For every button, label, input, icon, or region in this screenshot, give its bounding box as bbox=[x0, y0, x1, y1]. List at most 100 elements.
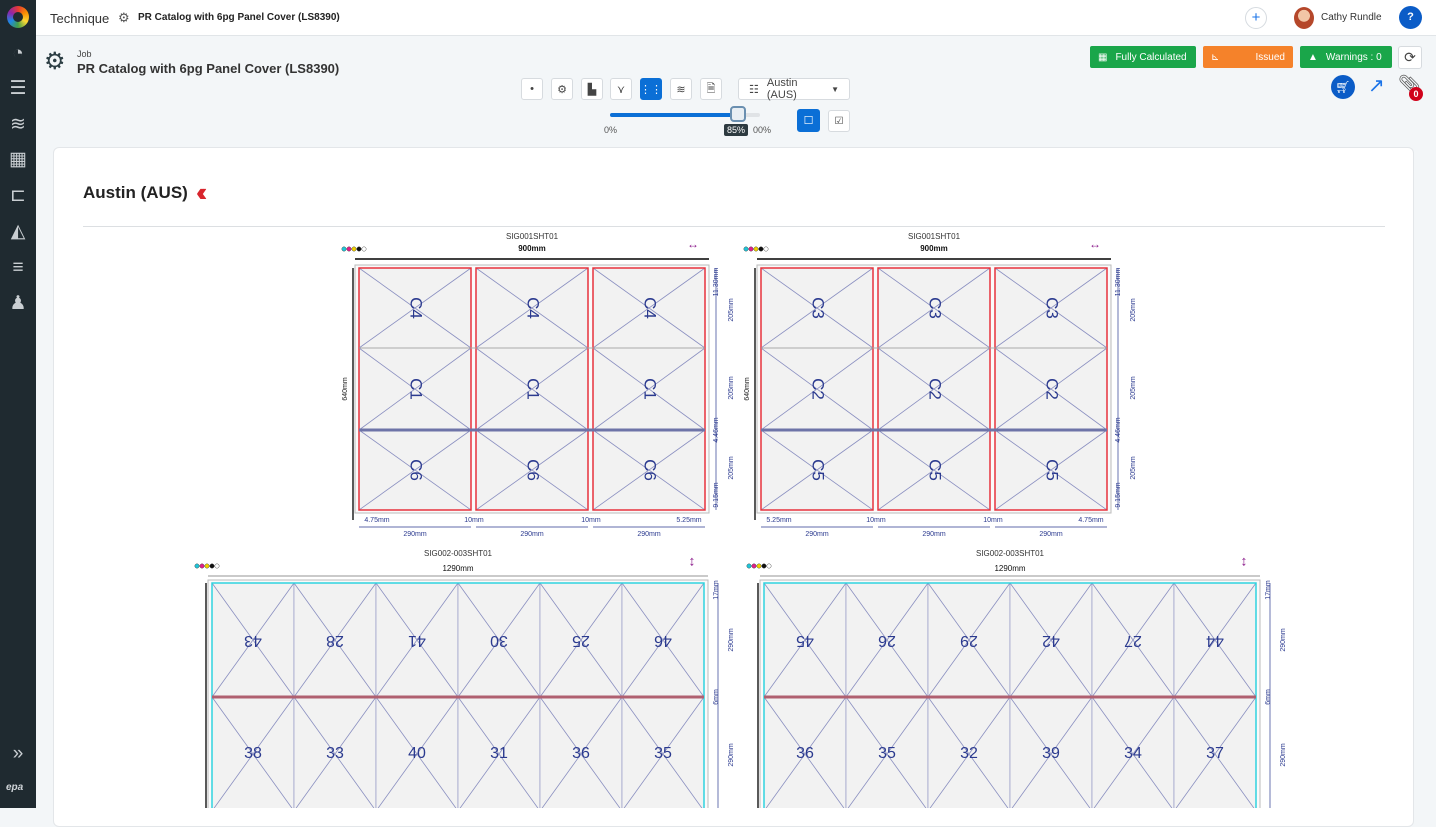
page-number: 44 bbox=[1206, 632, 1224, 649]
right-dimension-label: 205mm bbox=[1130, 298, 1137, 322]
bottom-gap-label: 5.25mm bbox=[766, 517, 791, 524]
page-number: 45 bbox=[796, 632, 814, 649]
page-number: C6 bbox=[407, 459, 426, 481]
page-number: 42 bbox=[1042, 632, 1060, 649]
page-number: C4 bbox=[641, 297, 660, 319]
bottom-gap-label: 4.75mm bbox=[1078, 517, 1103, 524]
registration-marks bbox=[199, 563, 205, 569]
page-number: 28 bbox=[326, 632, 344, 649]
sheet-name: SIG002-003SHT01 bbox=[976, 549, 1045, 558]
sheet-width-label: 900mm bbox=[518, 244, 546, 253]
page-number: 37 bbox=[1206, 745, 1224, 762]
sheet-width-label: 1290mm bbox=[442, 564, 473, 573]
bottom-width-label: 290mm bbox=[403, 531, 427, 538]
registration-marks bbox=[743, 246, 749, 252]
page-number: 31 bbox=[490, 745, 508, 762]
page-number: 29 bbox=[960, 632, 978, 649]
right-dimension-label: 205mm bbox=[728, 456, 735, 480]
page-number: C5 bbox=[926, 459, 945, 481]
page-number: 35 bbox=[878, 745, 896, 762]
page-number: 34 bbox=[1124, 745, 1142, 762]
page-number: 36 bbox=[572, 745, 590, 762]
page-number: 40 bbox=[408, 745, 426, 762]
page-number: C6 bbox=[641, 459, 660, 481]
right-dimension-label: 290mm bbox=[1280, 743, 1287, 767]
registration-marks bbox=[756, 563, 762, 569]
bottom-width-label: 290mm bbox=[520, 531, 544, 538]
bottom-width-label: 290mm bbox=[922, 531, 946, 538]
registration-marks bbox=[758, 246, 764, 252]
orientation-arrow-icon: ↕ bbox=[689, 553, 696, 569]
registration-marks bbox=[748, 246, 754, 252]
bottom-width-label: 290mm bbox=[637, 531, 661, 538]
registration-marks bbox=[361, 246, 367, 252]
bottom-gap-label: 4.75mm bbox=[364, 517, 389, 524]
right-dimension-label: 205mm bbox=[728, 298, 735, 322]
page-number: 43 bbox=[244, 632, 262, 649]
right-dimension-label: 6mm bbox=[713, 689, 720, 705]
page-number: 35 bbox=[654, 745, 672, 762]
page-number: C3 bbox=[1043, 297, 1062, 319]
page-number: 25 bbox=[572, 632, 590, 649]
page-number: C2 bbox=[809, 378, 828, 400]
right-dimension-label: 6mm bbox=[1265, 689, 1272, 705]
sheet-name: SIG001SHT01 bbox=[506, 232, 559, 241]
page-number: 32 bbox=[960, 745, 978, 762]
orientation-arrow-icon: ↕ bbox=[1241, 553, 1248, 569]
registration-marks bbox=[753, 246, 759, 252]
page-number: C1 bbox=[407, 378, 426, 400]
sheet-name: SIG001SHT01 bbox=[908, 232, 961, 241]
page-number: 30 bbox=[490, 632, 508, 649]
page-number: 38 bbox=[244, 745, 262, 762]
bottom-gap-label: 5.25mm bbox=[676, 517, 701, 524]
page-number: C2 bbox=[926, 378, 945, 400]
page-number: C4 bbox=[524, 297, 543, 319]
page-number: C1 bbox=[524, 378, 543, 400]
right-dimension-label: 290mm bbox=[728, 743, 735, 767]
page-number: 26 bbox=[878, 632, 896, 649]
registration-marks bbox=[346, 246, 352, 252]
page-number: C4 bbox=[407, 297, 426, 319]
page-number: C3 bbox=[926, 297, 945, 319]
sheet-name: SIG002-003SHT01 bbox=[424, 549, 493, 558]
page-number: C3 bbox=[809, 297, 828, 319]
page-number: C5 bbox=[1043, 459, 1062, 481]
bottom-width-label: 290mm bbox=[805, 531, 829, 538]
registration-marks bbox=[194, 563, 200, 569]
bottom-gap-label: 10mm bbox=[581, 517, 601, 524]
sheet-layouts: SIG001SHT01 900mm ↔ 640mm C4 C1 C6 C4 C1 C6 C4 C1 C6… bbox=[194, 232, 1287, 808]
page-number: C6 bbox=[524, 459, 543, 481]
registration-marks bbox=[356, 246, 362, 252]
page-number: 39 bbox=[1042, 745, 1060, 762]
registration-marks bbox=[214, 563, 220, 569]
page-number: 46 bbox=[654, 632, 672, 649]
right-dimension-label: 290mm bbox=[1280, 628, 1287, 652]
right-dimension-label: 205mm bbox=[728, 376, 735, 400]
sheet-height-label: 640mm bbox=[342, 377, 349, 401]
sheet-height-label: 640mm bbox=[744, 377, 751, 401]
right-dimension-label: 17mm bbox=[713, 580, 720, 600]
page-number: C5 bbox=[809, 459, 828, 481]
orientation-arrow-icon: ↔ bbox=[687, 237, 699, 251]
registration-marks bbox=[763, 246, 769, 252]
registration-marks bbox=[341, 246, 347, 252]
registration-marks bbox=[209, 563, 215, 569]
registration-marks bbox=[746, 563, 752, 569]
registration-marks bbox=[351, 246, 357, 252]
page-number: 27 bbox=[1124, 632, 1142, 649]
orientation-arrow-icon: ↔ bbox=[1089, 237, 1101, 251]
bottom-width-label: 290mm bbox=[1039, 531, 1063, 538]
right-dimension-label: 17mm bbox=[1265, 580, 1272, 600]
registration-marks bbox=[766, 563, 772, 569]
registration-marks bbox=[204, 563, 210, 569]
right-dimension-label: 205mm bbox=[1130, 456, 1137, 480]
page-number: 36 bbox=[796, 745, 814, 762]
sheet-width-label: 1290mm bbox=[994, 564, 1025, 573]
page-number: C1 bbox=[641, 378, 660, 400]
registration-marks bbox=[761, 563, 767, 569]
bottom-gap-label: 10mm bbox=[983, 517, 1003, 524]
sheet-width-label: 900mm bbox=[920, 244, 948, 253]
page-number: 41 bbox=[408, 632, 426, 649]
registration-marks bbox=[751, 563, 757, 569]
right-dimension-label: 290mm bbox=[728, 628, 735, 652]
